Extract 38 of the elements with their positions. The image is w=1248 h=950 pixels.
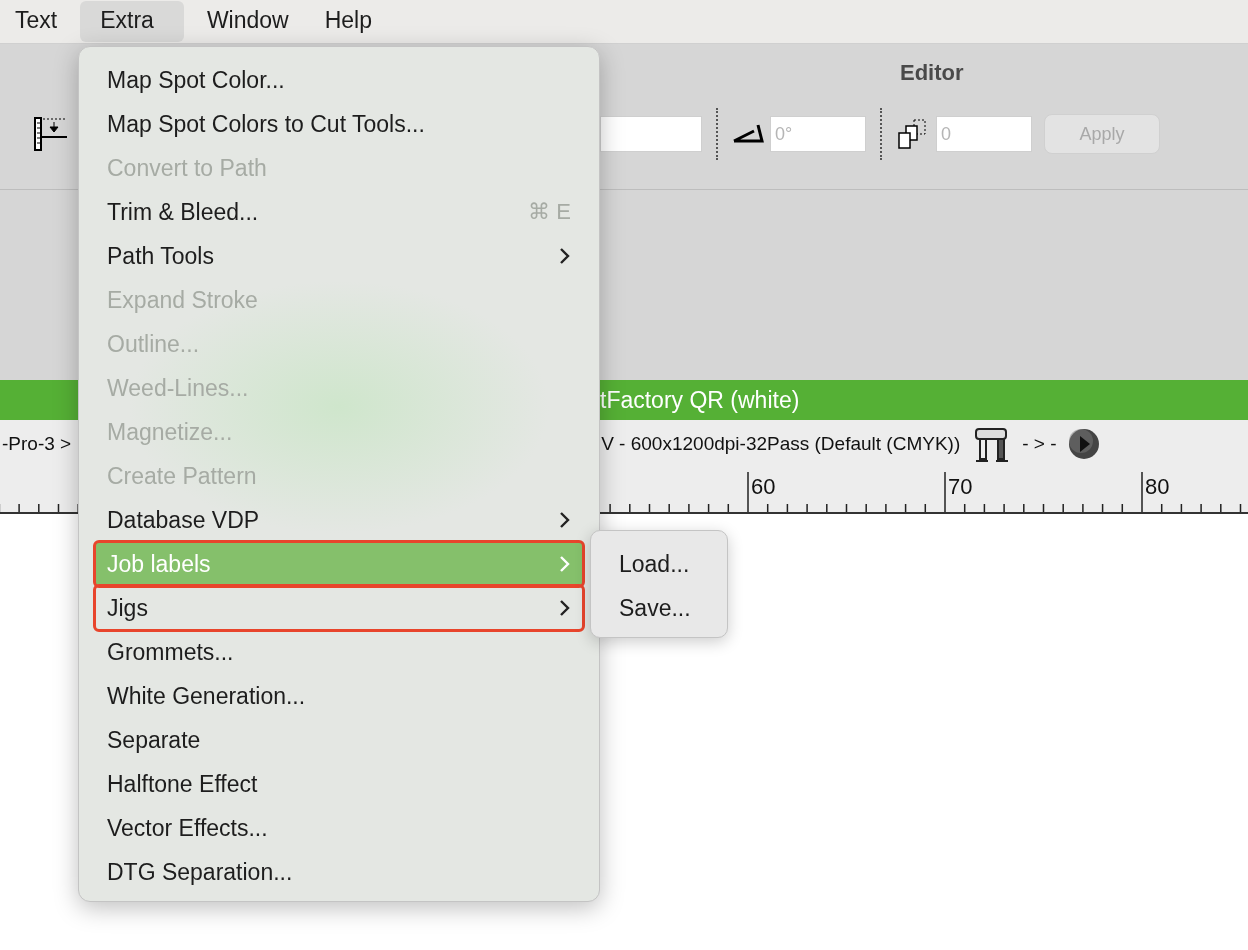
menu-bar-item[interactable]: Text [2,1,71,42]
chevron-icon [559,247,571,265]
device-text: V - 600x1200dpi-32Pass (Default (CMYK)) [601,433,961,455]
menu-item[interactable]: Map Spot Color... [95,58,583,102]
copies-field[interactable]: 0 [936,116,1032,152]
ruler-label: 80 [1145,474,1170,499]
menu-item[interactable]: Vector Effects... [95,806,583,850]
panel-title: Editor [900,60,964,86]
device-text: -Pro-3 > [2,433,72,455]
menu-item[interactable]: Database VDP [95,498,583,542]
angle-field[interactable]: 0° [770,116,866,152]
menu-item[interactable]: Separate [95,718,583,762]
arrow-text: - > - [1022,433,1057,455]
menu-bar-item[interactable]: Window [193,1,302,42]
menu-item[interactable]: White Generation... [95,674,583,718]
menu-item[interactable]: Halftone Effect [95,762,583,806]
menu-bar-item[interactable]: Help [311,1,385,42]
ruler-label: 60 [751,474,776,499]
menu-item[interactable]: Grommets... [95,630,583,674]
menu-item[interactable]: Path Tools [95,234,583,278]
chevron-icon [559,511,571,529]
play-icon[interactable] [1066,427,1101,461]
menu-item[interactable]: Jigs [95,586,583,630]
profile-title: tFactory QR (white) [600,386,800,414]
chevron-icon [559,555,571,573]
ruler-label: 70 [948,474,973,499]
menu-item[interactable]: Map Spot Colors to Cut Tools... [95,102,583,146]
menu-item[interactable]: Load... [591,542,727,586]
shortcut-text: ⌘ E [528,199,571,225]
ruler-icon[interactable] [34,117,68,151]
angle-icon [732,123,764,145]
input-field[interactable] [600,116,702,152]
menu-bar-item[interactable]: Extra [80,1,184,42]
menu-item[interactable]: Save... [591,586,727,630]
duplicate-icon [896,118,928,150]
chevron-icon [559,599,571,617]
menu-item[interactable]: Trim & Bleed... ⌘ E [95,190,583,234]
menu-item[interactable]: DTG Separation... [95,850,583,894]
